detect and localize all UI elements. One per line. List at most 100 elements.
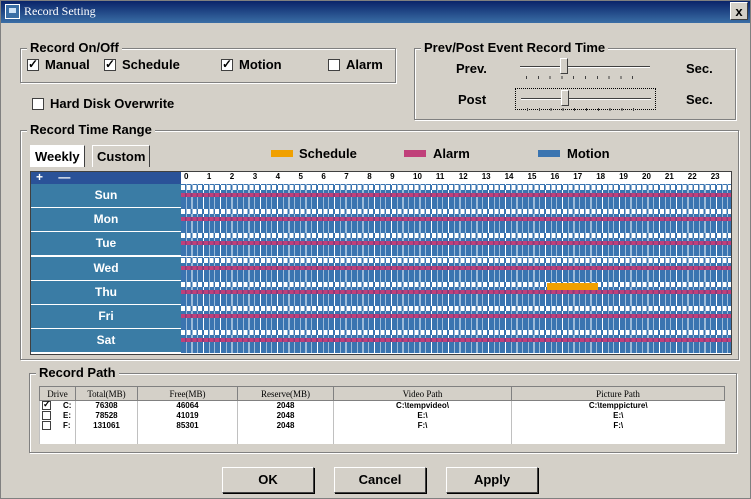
day-label: Sat	[31, 329, 181, 354]
col-picture-path: Picture Path	[511, 386, 725, 401]
day-timeline[interactable]	[181, 305, 731, 329]
hour-label: 14	[504, 172, 514, 181]
day-timeline[interactable]	[181, 232, 731, 257]
cancel-button[interactable]: Cancel	[334, 467, 426, 493]
prev-label: Prev.	[456, 61, 487, 76]
day-row: Tue	[31, 232, 731, 257]
hour-label: 22	[687, 172, 697, 181]
day-row: Sat	[31, 329, 731, 354]
weekly-schedule-grid[interactable]: + — 0 1 2 3 4 5 6 7 8 9 10 11 12 13 14 15 16 17 18 19 20 21 22…	[30, 171, 732, 355]
video-path-cell: E:\	[333, 410, 512, 421]
checkbox-hdo-box[interactable]	[32, 97, 44, 110]
hard-disk-overwrite-checkbox[interactable]: Hard Disk Overwrite	[32, 96, 174, 111]
day-label: Fri	[31, 305, 181, 329]
col-total: Total(MB)	[75, 386, 138, 401]
picture-path-cell: E:\	[511, 410, 725, 421]
free-cell: 46064	[137, 400, 238, 411]
schedule-label: Schedule	[122, 57, 180, 72]
post-slider-ticks	[527, 108, 645, 111]
schedule-checkbox[interactable]: Schedule	[104, 57, 180, 72]
drive-checkbox[interactable]	[42, 421, 51, 431]
video-path-cell: F:\	[333, 420, 512, 431]
reserve-cell: 2048	[237, 400, 334, 411]
record-path-table: Drive Total(MB) Free(MB) Reserve(MB) Vid…	[39, 386, 725, 444]
drive-letter: C:	[63, 401, 72, 411]
drive-cell: E:	[39, 410, 76, 421]
alarm-checkbox[interactable]: Alarm	[328, 57, 383, 72]
prev-slider-thumb[interactable]	[560, 58, 568, 74]
post-slider-thumb[interactable]	[561, 90, 569, 106]
day-row: Sun	[31, 184, 731, 208]
checkbox-alarm-box[interactable]	[328, 58, 340, 71]
drive-cell: F:	[39, 420, 76, 431]
window-title: Record Setting	[24, 4, 96, 18]
table-row[interactable]: E: 78528 41019 2048 E:\ E:\	[39, 410, 725, 421]
checkbox-motion-box[interactable]	[221, 57, 233, 71]
window-icon	[5, 4, 20, 19]
tab-custom[interactable]: Custom	[92, 145, 151, 167]
hour-label: 9	[390, 172, 395, 181]
hour-label: 1	[206, 172, 212, 181]
free-cell: 85301	[137, 420, 238, 431]
hour-label: 13	[481, 172, 491, 181]
table-row[interactable]: F: 131061 85301 2048 F:\ F:\	[39, 420, 725, 431]
apply-button[interactable]: Apply	[446, 467, 538, 493]
post-label: Post	[458, 92, 487, 107]
drive-checkbox[interactable]	[42, 399, 51, 411]
picture-path-cell: C:\temppicture\	[511, 400, 725, 411]
hour-label: 3	[252, 172, 258, 181]
drive-letter: F:	[63, 420, 71, 430]
schedule-block[interactable]	[547, 282, 598, 290]
total-cell: 76308	[75, 400, 138, 411]
day-timeline[interactable]	[181, 184, 731, 208]
prev-slider[interactable]	[520, 57, 650, 79]
day-label: Sun	[31, 184, 181, 208]
prev-unit: Sec.	[686, 61, 713, 76]
legend-motion-swatch	[538, 150, 560, 157]
day-row: Fri	[31, 305, 731, 329]
time-range-label: Record Time Range	[27, 122, 155, 137]
day-timeline[interactable]	[181, 329, 731, 354]
prev-slider-ticks	[526, 76, 644, 79]
record-onoff-label: Record On/Off	[27, 40, 122, 55]
title-bar[interactable]: Record Setting x	[1, 1, 750, 23]
checkbox-manual-box[interactable]	[27, 57, 39, 71]
day-timeline[interactable]	[181, 280, 731, 305]
manual-checkbox[interactable]: Manual	[27, 57, 90, 72]
hour-header: 0 1 2 3 4 5 6 7 8 9 10 11 12 13 14 15 16 17 18 19 20 21 22 23	[181, 172, 731, 184]
video-path-cell: C:\tempvideo\	[333, 400, 512, 411]
ok-button[interactable]: OK	[222, 467, 314, 493]
motion-label: Motion	[239, 57, 282, 72]
col-reserve: Reserve(MB)	[237, 386, 334, 401]
day-row: Mon	[31, 208, 731, 233]
close-button[interactable]: x	[730, 2, 748, 20]
hour-label: 4	[275, 172, 281, 181]
legend-motion-label: Motion	[567, 146, 610, 161]
hour-label: 23	[710, 172, 720, 181]
table-filler-row	[39, 430, 725, 444]
free-cell: 41019	[137, 410, 238, 421]
table-row[interactable]: C:76308460642048C:\tempvideo\C:\temppict…	[39, 399, 725, 411]
hour-label: 12	[458, 172, 468, 181]
motion-checkbox[interactable]: Motion	[221, 57, 282, 72]
zoom-controls[interactable]: + —	[31, 171, 181, 184]
day-timeline[interactable]	[181, 256, 731, 281]
prepost-label: Prev/Post Event Record Time	[421, 40, 609, 55]
hour-label: 0	[184, 172, 189, 181]
hour-label: 17	[573, 172, 583, 181]
checkbox-schedule-box[interactable]	[104, 57, 116, 71]
tab-weekly[interactable]: Weekly	[30, 145, 85, 167]
legend-schedule-swatch	[271, 150, 293, 157]
reserve-cell: 2048	[237, 420, 334, 431]
col-drive: Drive	[39, 386, 76, 401]
post-unit: Sec.	[686, 92, 713, 107]
hour-label: 10	[413, 172, 422, 181]
day-timeline[interactable]	[181, 208, 731, 233]
hour-label: 15	[527, 172, 537, 181]
day-label: Mon	[31, 208, 181, 233]
drive-checkbox[interactable]	[42, 411, 51, 421]
post-slider[interactable]	[515, 88, 656, 111]
drive-letter: E:	[63, 410, 71, 420]
hour-label: 19	[619, 172, 628, 181]
total-cell: 78528	[75, 410, 138, 421]
